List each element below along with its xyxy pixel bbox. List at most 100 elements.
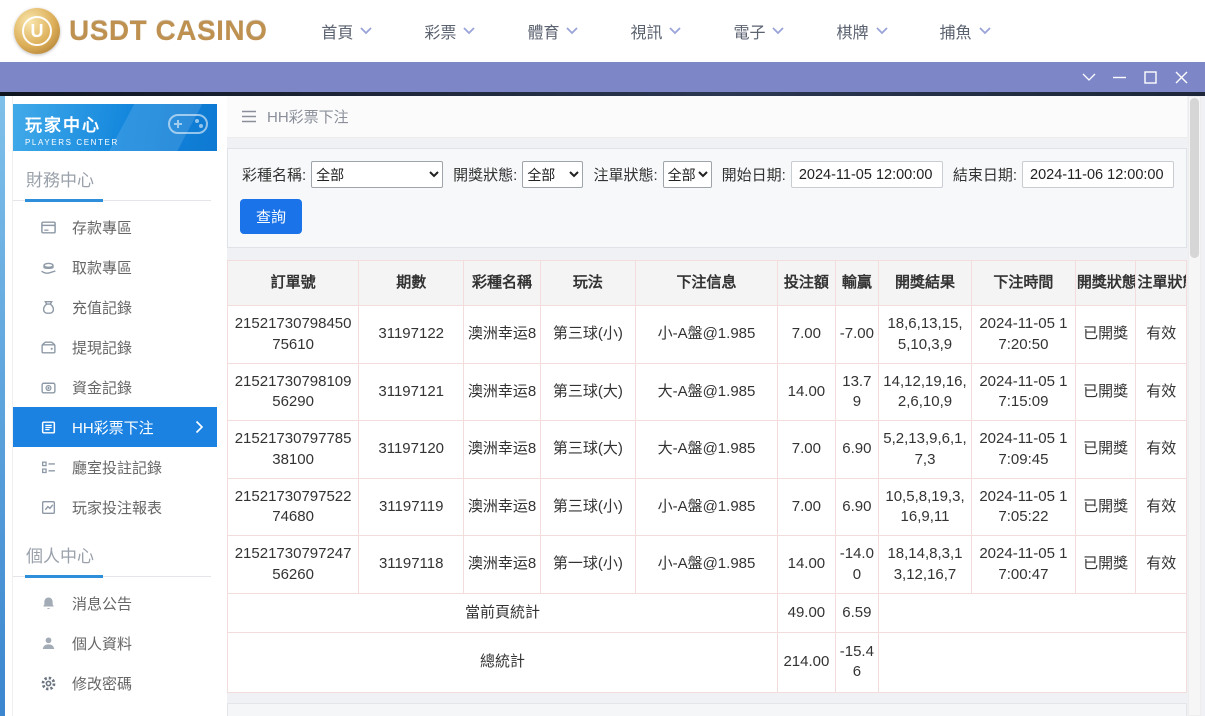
sidebar-item-label: 資金記錄 bbox=[72, 377, 132, 398]
order-status-select[interactable]: 全部 bbox=[663, 161, 712, 188]
sidebar-item-bet-report[interactable]: 玩家投注報表 bbox=[13, 487, 217, 527]
sidebar: 玩家中心 PLAYERS CENTER 財務中心 存款專區 取款專區 充值記錄 bbox=[12, 96, 217, 716]
table-cell: 31197119 bbox=[359, 478, 464, 536]
site-header: U USDT CASINO 首頁 彩票 體育 視訊 電子 棋牌 捕魚 bbox=[0, 0, 1205, 62]
column-header: 投注額 bbox=[778, 261, 836, 306]
sidebar-item-lottery-bets[interactable]: HH彩票下注 bbox=[13, 407, 217, 447]
column-header: 開獎結果 bbox=[879, 261, 972, 306]
table-cell: 有效 bbox=[1136, 306, 1187, 364]
draw-status-select[interactable]: 全部 bbox=[522, 161, 583, 188]
column-header: 訂單號 bbox=[228, 261, 359, 306]
usdt-coin-icon: U bbox=[14, 8, 60, 54]
sidebar-item-change-password[interactable]: 修改密碼 bbox=[13, 663, 217, 703]
profile-icon bbox=[40, 635, 57, 652]
breadcrumb: HH彩票下注 bbox=[227, 96, 1187, 138]
sidebar-item-label: 消息公告 bbox=[72, 593, 132, 614]
nav-item-boardgames[interactable]: 棋牌 bbox=[810, 11, 913, 51]
nav-item-fishing[interactable]: 捕魚 bbox=[914, 11, 1017, 51]
nav-item-label: 視訊 bbox=[630, 19, 662, 43]
search-button[interactable]: 查詢 bbox=[240, 199, 302, 234]
nav-item-video[interactable]: 視訊 bbox=[604, 11, 707, 51]
bets-table: 訂單號期數彩種名稱玩法下注信息投注額輸贏開獎結果下注時間開獎狀態注單狀態 215… bbox=[227, 260, 1187, 693]
sidebar-item-label: 個人資料 bbox=[72, 633, 132, 654]
table-cell: 第三球(小) bbox=[540, 478, 635, 536]
draw-status-label: 開獎狀態: bbox=[453, 164, 517, 185]
table-cell: 14,12,19,16,2,6,10,9 bbox=[879, 363, 972, 421]
table-cell: 31197121 bbox=[359, 363, 464, 421]
table-cell: 大-A盤@1.985 bbox=[635, 421, 777, 479]
deposit-icon bbox=[40, 219, 57, 236]
table-cell: 第三球(小) bbox=[540, 306, 635, 364]
table-cell: 7.00 bbox=[778, 306, 836, 364]
table-cell: 小-A盤@1.985 bbox=[635, 478, 777, 536]
page-summary-bet: 49.00 bbox=[778, 593, 836, 632]
sidebar-item-withdraw-record[interactable]: 提現記錄 bbox=[13, 327, 217, 367]
section-title-personal: 個人中心 bbox=[13, 527, 211, 577]
sidebar-item-funds-record[interactable]: 資金記錄 bbox=[13, 367, 217, 407]
sidebar-item-announcements[interactable]: 消息公告 bbox=[13, 583, 217, 623]
sidebar-item-label: 修改密碼 bbox=[72, 673, 132, 694]
recharge-record-icon bbox=[40, 299, 57, 316]
end-date-input[interactable] bbox=[1022, 161, 1174, 188]
hamburger-icon[interactable] bbox=[241, 110, 257, 123]
table-cell: 有效 bbox=[1136, 421, 1187, 479]
close-icon[interactable] bbox=[1166, 62, 1197, 92]
sidebar-item-deposit[interactable]: 存款專區 bbox=[13, 207, 217, 247]
sidebar-item-profile[interactable]: 個人資料 bbox=[13, 623, 217, 663]
sidebar-item-label: 提現記錄 bbox=[72, 337, 132, 358]
minimize-icon[interactable] bbox=[1104, 62, 1135, 92]
nav-item-lottery[interactable]: 彩票 bbox=[398, 11, 501, 51]
vertical-scrollbar[interactable] bbox=[1188, 96, 1201, 716]
window-chevron-down-icon[interactable] bbox=[1073, 62, 1104, 92]
column-header: 輸贏 bbox=[835, 261, 878, 306]
order-status-label: 注單狀態: bbox=[593, 164, 657, 185]
sidebar-item-withdraw[interactable]: 取款專區 bbox=[13, 247, 217, 287]
lottery-name-select[interactable]: 全部 bbox=[311, 161, 443, 188]
maximize-icon[interactable] bbox=[1135, 62, 1166, 92]
table-cell: 有效 bbox=[1136, 536, 1187, 594]
nav-item-label: 電子 bbox=[733, 19, 765, 43]
end-date-label: 結束日期: bbox=[953, 164, 1017, 185]
chevron-down-icon bbox=[772, 27, 784, 35]
page-title: HH彩票下注 bbox=[267, 106, 349, 127]
table-cell: 2024-11-05 17:20:50 bbox=[971, 306, 1075, 364]
nav-item-sports[interactable]: 體育 bbox=[501, 11, 604, 51]
bets-table-wrap: 訂單號期數彩種名稱玩法下注信息投注額輸贏開獎結果下注時間開獎狀態注單狀態 215… bbox=[227, 260, 1187, 693]
table-cell: 18,6,13,15,5,10,3,9 bbox=[879, 306, 972, 364]
start-date-input[interactable] bbox=[791, 161, 943, 188]
scrollbar-thumb[interactable] bbox=[1190, 98, 1199, 258]
column-header: 彩種名稱 bbox=[464, 261, 541, 306]
bet-report-icon bbox=[40, 499, 57, 516]
logo[interactable]: U USDT CASINO bbox=[0, 8, 267, 54]
nav-item-slots[interactable]: 電子 bbox=[707, 11, 810, 51]
sidebar-item-recharge-record[interactable]: 充值記錄 bbox=[13, 287, 217, 327]
table-cell: 2152173079810956290 bbox=[228, 363, 359, 421]
window-titlebar bbox=[0, 62, 1205, 92]
table-body: 215217307984507561031197122澳洲幸运8第三球(小)小-… bbox=[228, 306, 1187, 594]
sidebar-item-room-bets[interactable]: 廳室投註記錄 bbox=[13, 447, 217, 487]
nav-item-home[interactable]: 首頁 bbox=[295, 11, 398, 51]
sidebar-item-label: 玩家投注報表 bbox=[72, 497, 162, 518]
page-summary-label: 當前頁統計 bbox=[228, 593, 778, 632]
table-cell: 14.00 bbox=[778, 536, 836, 594]
lottery-bets-icon bbox=[40, 419, 57, 436]
table-row: 215217307981095629031197121澳洲幸运8第三球(大)大-… bbox=[228, 363, 1187, 421]
table-row: 215217307977853810031197120澳洲幸运8第三球(大)大-… bbox=[228, 421, 1187, 479]
page-summary-row: 當前頁統計 49.00 6.59 bbox=[228, 593, 1187, 632]
table-cell: 已開獎 bbox=[1075, 478, 1136, 536]
sidebar-header: 玩家中心 PLAYERS CENTER bbox=[13, 104, 217, 151]
table-row: 215217307972475626031197118澳洲幸运8第一球(小)小-… bbox=[228, 536, 1187, 594]
table-header-row: 訂單號期數彩種名稱玩法下注信息投注額輸贏開獎結果下注時間開獎狀態注單狀態 bbox=[228, 261, 1187, 306]
main-nav: 首頁 彩票 體育 視訊 電子 棋牌 捕魚 bbox=[295, 11, 1016, 51]
table-cell: 大-A盤@1.985 bbox=[635, 363, 777, 421]
table-cell: 小-A盤@1.985 bbox=[635, 306, 777, 364]
table-summary: 當前頁統計 49.00 6.59 總統計 214.00 -15.46 bbox=[228, 593, 1187, 692]
table-cell: 第一球(小) bbox=[540, 536, 635, 594]
chevron-down-icon bbox=[876, 27, 888, 35]
logo-monogram: U bbox=[22, 16, 52, 46]
section-title-agent: 代理中心 bbox=[13, 703, 211, 716]
nav-item-label: 彩票 bbox=[424, 19, 456, 43]
logo-text: USDT CASINO bbox=[69, 15, 267, 47]
page-summary-winloss: 6.59 bbox=[835, 593, 878, 632]
table-cell: 澳洲幸运8 bbox=[464, 478, 541, 536]
